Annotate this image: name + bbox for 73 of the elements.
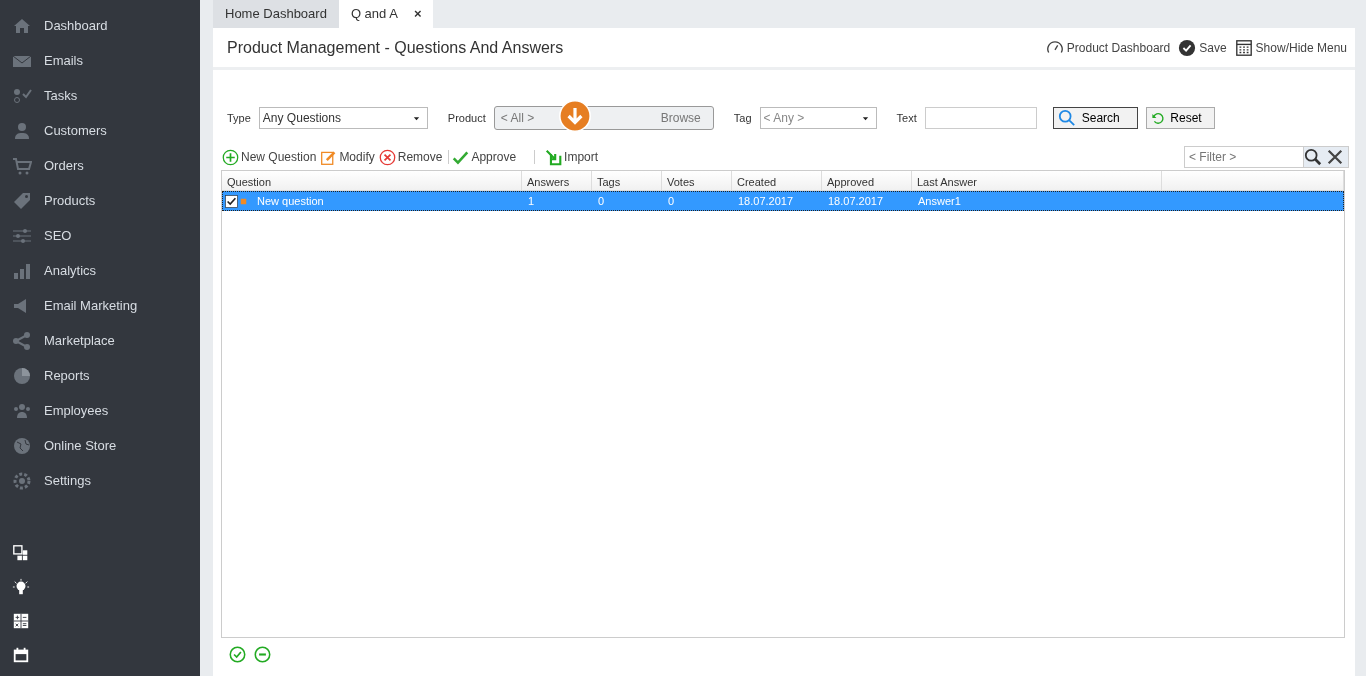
search-icon[interactable] (1304, 148, 1322, 166)
calendar-icon[interactable] (12, 646, 30, 664)
person-icon (12, 120, 32, 141)
import-arrow-icon (545, 148, 563, 166)
check-circle-icon[interactable] (229, 646, 246, 663)
search-icon (1057, 109, 1076, 127)
column-header[interactable]: Votes (662, 171, 732, 191)
page-title: Product Management - Questions And Answers (227, 37, 564, 58)
tag-label: Tag (733, 110, 752, 126)
sidebar-item[interactable]: Tasks (0, 78, 200, 113)
sidebar-item[interactable]: Dashboard (0, 8, 200, 43)
sidebar-item[interactable]: Online Store (0, 428, 200, 463)
sidebar-item[interactable]: SEO (0, 218, 200, 253)
text-label: Text (896, 110, 917, 126)
column-header[interactable]: Question (222, 171, 522, 191)
table-cell-text: Answer1 (917, 193, 962, 209)
sidebar-item[interactable]: Analytics (0, 253, 200, 288)
column-header[interactable]: Tags (592, 171, 662, 191)
plus-circle-icon (222, 148, 239, 166)
minus-circle-icon[interactable] (254, 646, 271, 663)
gear-icon (12, 470, 32, 491)
toolbar-button[interactable]: Remove (378, 148, 447, 166)
tab[interactable]: Q and A × (338, 0, 434, 28)
lightbulb-icon[interactable] (12, 578, 30, 596)
sidebar-item[interactable]: Email Marketing (0, 288, 200, 323)
sidebar-item[interactable]: Reports (0, 358, 200, 393)
type-dropdown[interactable]: Any Questions (258, 107, 428, 129)
undo-icon (1150, 110, 1165, 126)
header-action-button[interactable]: Product Dashboard (1045, 38, 1171, 57)
reset-button[interactable]: Reset (1145, 107, 1215, 129)
x-circle-icon (378, 148, 396, 166)
sidebar-item[interactable]: Marketplace (0, 323, 200, 358)
tag-dropdown[interactable]: < Any > (759, 107, 877, 129)
header-action-button[interactable]: Save (1178, 38, 1227, 57)
text-input[interactable] (924, 107, 1037, 129)
share-icon (12, 330, 32, 351)
globe-icon (12, 435, 32, 456)
search-button[interactable]: Search (1052, 107, 1138, 129)
table-cell-text: 18.07.2017 (827, 193, 885, 209)
clear-icon[interactable] (1326, 148, 1344, 166)
sidebar-item[interactable]: Employees (0, 393, 200, 428)
column-header[interactable]: Approved (822, 171, 912, 191)
table-cell-text: 1 (527, 193, 536, 209)
table-cell-text: 0 (667, 193, 676, 209)
table-cell-text: New question (257, 193, 324, 209)
type-label: Type (227, 110, 251, 126)
pie-chart-icon (12, 365, 32, 386)
grid-filter-field[interactable]: < Filter > (1184, 146, 1304, 168)
sidebar-item[interactable]: Customers (0, 113, 200, 148)
sidebar-item[interactable]: Emails (0, 43, 200, 78)
check-circle-icon (1178, 38, 1197, 57)
calculator-icon[interactable] (12, 612, 30, 630)
toolbar-button[interactable]: Import (545, 148, 603, 166)
close-tab-icon[interactable]: × (413, 6, 422, 22)
tab[interactable]: Home Dashboard (213, 0, 339, 28)
toolbar-button[interactable]: Modify (320, 148, 379, 166)
sidebar-item[interactable]: Products (0, 183, 200, 218)
grid-menu-icon (1234, 38, 1253, 57)
sidebar-item[interactable]: Settings (0, 463, 200, 498)
column-header[interactable]: Last Answer (912, 171, 1162, 191)
table-cell-text: 18.07.2017 (737, 193, 795, 209)
header-action-button[interactable]: Show/Hide Menu (1234, 38, 1347, 57)
toolbar-button[interactable]: New Question (222, 148, 321, 166)
tag-icon (12, 190, 32, 211)
column-header[interactable]: Answers (522, 171, 592, 191)
sidebar-item[interactable]: Orders (0, 148, 200, 183)
product-label: Product (447, 110, 486, 126)
toolbar-button[interactable]: Approve (452, 148, 521, 166)
column-header[interactable]: Created (732, 171, 822, 191)
checkbox[interactable] (225, 194, 238, 208)
cart-icon (12, 155, 32, 176)
table-cell-text: 0 (597, 193, 606, 209)
windows-icon[interactable] (12, 544, 30, 562)
